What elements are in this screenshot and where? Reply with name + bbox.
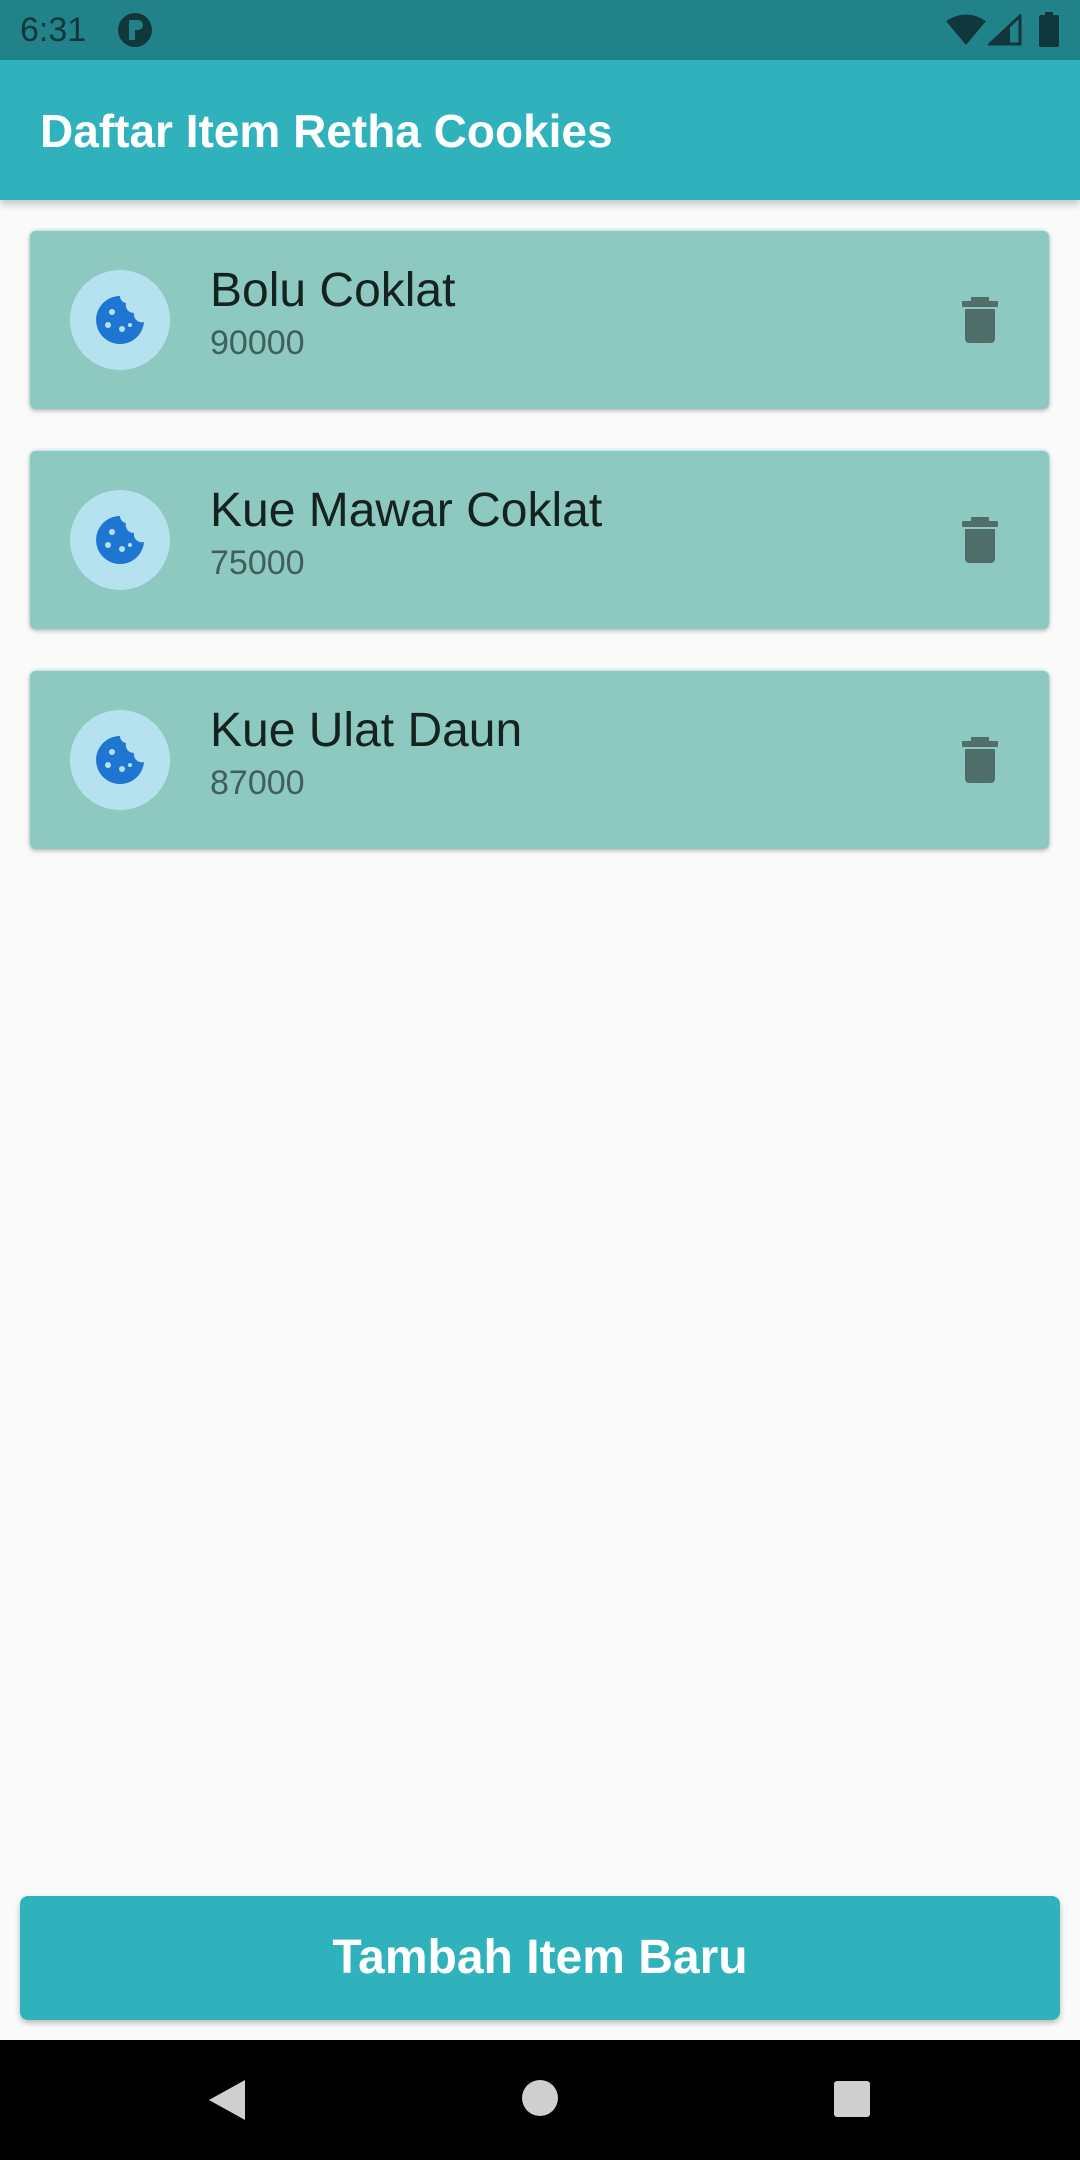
navigation-bar xyxy=(0,2040,1080,2160)
add-item-button[interactable]: Tambah Item Baru xyxy=(20,1896,1060,2020)
screen: 6:31 Daftar Item Retha Cookies Bolu Cokl… xyxy=(0,0,1080,2160)
status-time: 6:31 xyxy=(20,11,87,49)
item-price: 90000 xyxy=(210,324,305,362)
page-title: Daftar Item Retha Cookies xyxy=(40,105,613,157)
battery-icon xyxy=(1039,12,1059,47)
recents-icon[interactable] xyxy=(833,2080,871,2118)
item-name: Bolu Coklat xyxy=(210,264,456,317)
delete-icon[interactable] xyxy=(955,515,1005,565)
cookie-icon xyxy=(96,736,144,784)
delete-icon[interactable] xyxy=(955,295,1005,345)
item-avatar xyxy=(70,270,170,370)
list-item[interactable]: Kue Mawar Coklat 75000 xyxy=(30,451,1049,629)
cookie-icon xyxy=(96,516,144,564)
wifi-icon xyxy=(946,14,986,45)
back-icon[interactable] xyxy=(205,2078,249,2122)
cookie-icon xyxy=(96,296,144,344)
item-name: Kue Ulat Daun xyxy=(210,704,523,757)
app-bar: Daftar Item Retha Cookies xyxy=(0,60,1080,200)
list-item[interactable]: Bolu Coklat 90000 xyxy=(30,231,1049,409)
item-price: 75000 xyxy=(210,544,305,582)
delete-icon[interactable] xyxy=(955,735,1005,785)
list-item[interactable]: Kue Ulat Daun 87000 xyxy=(30,671,1049,849)
status-bar: 6:31 xyxy=(0,0,1080,60)
item-price: 87000 xyxy=(210,764,305,802)
home-icon[interactable] xyxy=(520,2078,560,2118)
cell-signal-icon xyxy=(988,14,1022,46)
item-avatar xyxy=(70,710,170,810)
item-avatar xyxy=(70,490,170,590)
notification-app-icon xyxy=(118,13,152,47)
item-name: Kue Mawar Coklat xyxy=(210,484,603,537)
